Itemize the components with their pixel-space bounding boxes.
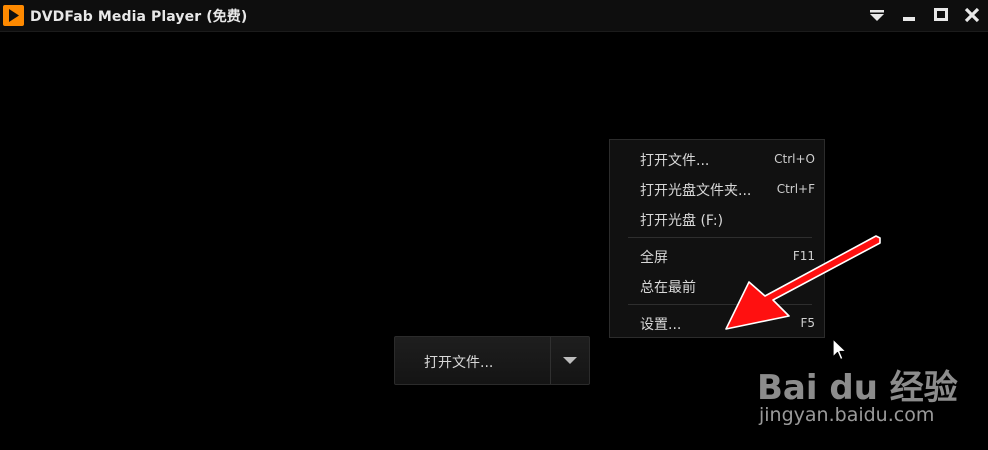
watermark-url: jingyan.baidu.com — [759, 404, 935, 426]
watermark-logo: Bai du 经验 — [757, 368, 958, 408]
watermark: Bai du 经验 jingyan.baidu.com — [757, 360, 987, 440]
player-window: DVDFab Media Player (免费) 打开文件... Ctrl+O … — [0, 0, 988, 450]
